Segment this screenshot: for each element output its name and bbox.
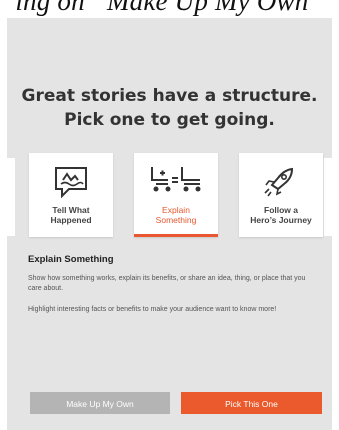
card-tell-what-happened[interactable]: Tell What Happened <box>29 153 113 237</box>
pick-this-one-button[interactable]: Pick This One <box>181 392 322 414</box>
headline-line-2: Pick one to get going. <box>64 110 275 130</box>
description-title: Explain Something <box>28 254 114 265</box>
carousel-card-right-edge[interactable] <box>324 158 332 236</box>
card-label-explain-something: Explain Something <box>155 205 197 225</box>
make-up-my-own-button[interactable]: Make Up My Own <box>30 392 170 414</box>
story-structure-panel: Great stories have a structure. Pick one… <box>7 18 332 430</box>
page-top-title: ing on “Make Up My Own” <box>15 0 324 16</box>
description-text-2: Highlight interesting facts or benefits … <box>28 306 277 313</box>
rocket-icon <box>262 165 300 204</box>
card-label-tell-what-happened: Tell What Happened <box>50 205 92 225</box>
speech-bubble-shark-icon <box>53 165 89 204</box>
headline-line-1: Great stories have a structure. <box>21 86 318 106</box>
description-text-1: Show how something works, explain its be… <box>28 275 306 292</box>
card-label-follow-a-heros-journey: Follow a Hero’s Journey <box>250 205 312 225</box>
carousel-card-left-edge[interactable] <box>7 158 15 236</box>
card-explain-something[interactable]: Explain Something <box>134 153 218 237</box>
skateboard-equals-skateboard-icon <box>148 165 204 202</box>
card-follow-a-heros-journey[interactable]: Follow a Hero’s Journey <box>239 153 323 237</box>
panel-headline: Great stories have a structure. Pick one… <box>7 84 332 132</box>
